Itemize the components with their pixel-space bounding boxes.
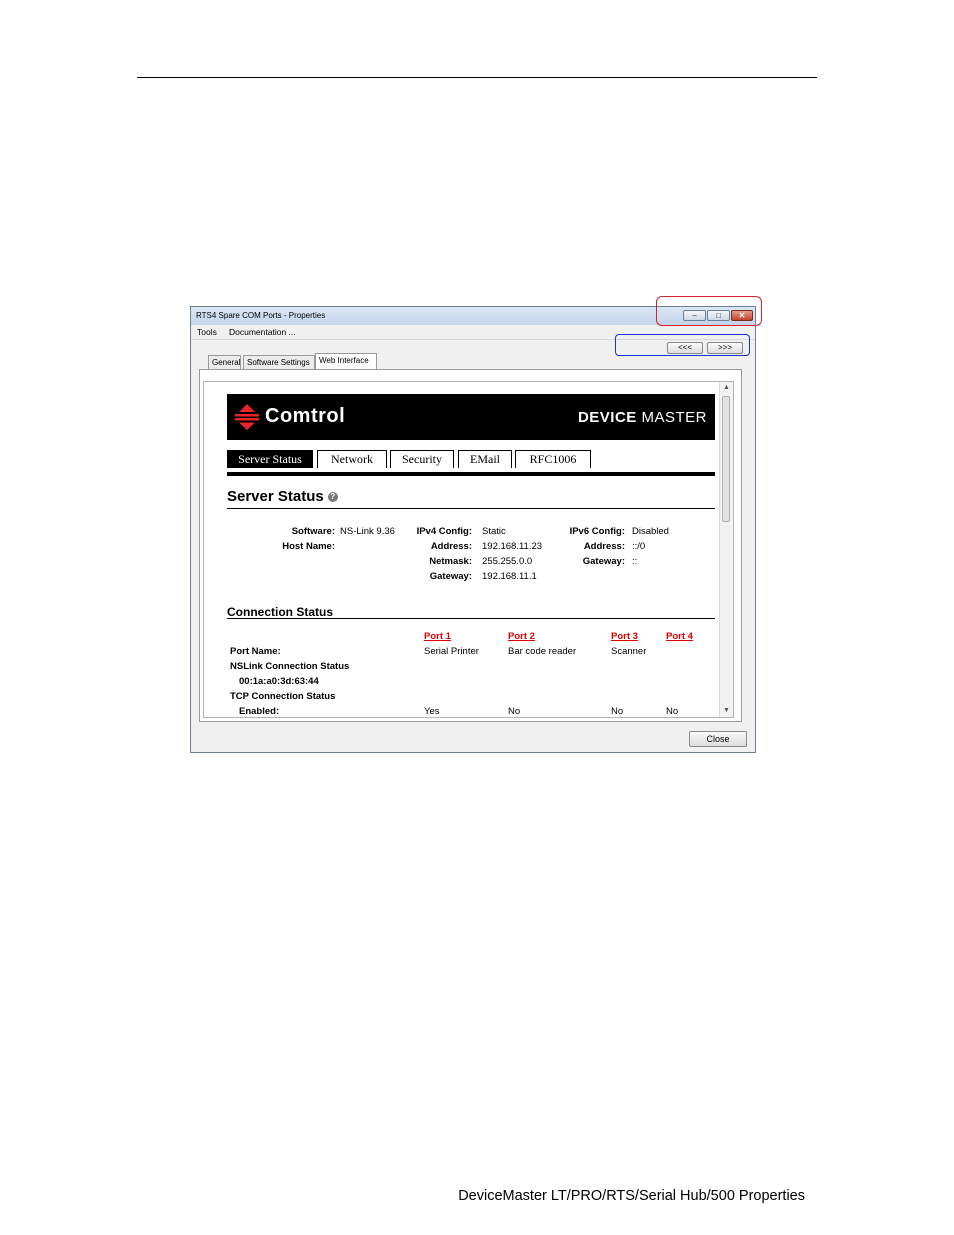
properties-dialog: RTS4 Spare COM Ports - Properties – □ ✕ … — [190, 306, 756, 753]
port-1-link[interactable]: Port 1 — [424, 631, 451, 642]
menu-documentation[interactable]: Documentation ... — [229, 327, 296, 337]
tab-general[interactable]: General — [208, 355, 241, 369]
comtrol-logo-icon — [235, 404, 259, 430]
ipv4-config-value: Static — [482, 526, 506, 537]
ipv6-gateway-value: :: — [632, 556, 638, 567]
ipv6-config-label: IPv6 Config: — [569, 526, 625, 537]
nav-security[interactable]: Security — [390, 450, 454, 468]
header-rule — [137, 77, 817, 78]
port-3-link[interactable]: Port 3 — [611, 631, 638, 642]
page-footer: DeviceMaster LT/PRO/RTS/Serial Hub/500 P… — [458, 1188, 805, 1204]
web-interface-view: ▲ ▼ Comtrol DEVICE MASTER Server Status … — [203, 381, 734, 718]
nav-email[interactable]: EMail — [458, 450, 512, 468]
gateway-value: 192.168.11.1 — [482, 571, 537, 582]
ipv4-config-label: IPv4 Config: — [416, 526, 472, 537]
netmask-value: 255.255.0.0 — [482, 556, 533, 567]
nav-network[interactable]: Network — [317, 450, 387, 468]
server-status-heading: Server Status? — [227, 488, 338, 505]
navigation-buttons-highlight — [615, 334, 750, 356]
scroll-thumb[interactable] — [722, 396, 730, 522]
software-label: Software: — [291, 526, 335, 537]
tab-software-settings[interactable]: Software Settings — [243, 355, 315, 369]
ipv4-address-value: 192.168.11.23 — [482, 541, 543, 552]
web-nav: Server Status Network Security EMail RFC… — [227, 450, 715, 476]
port-3-enabled: No — [611, 706, 624, 717]
port-2-link[interactable]: Port 2 — [508, 631, 535, 642]
host-name-label: Host Name: — [282, 541, 335, 552]
window-title: RTS4 Spare COM Ports - Properties — [196, 311, 326, 320]
port-3-name: Scanner — [611, 646, 647, 657]
window-controls-highlight — [656, 296, 762, 326]
product-name-rest: MASTER — [641, 409, 707, 426]
port-2-enabled: No — [508, 706, 521, 717]
port-4-enabled: No — [666, 706, 679, 717]
ipv6-gateway-label: Gateway: — [582, 556, 625, 567]
comtrol-banner: Comtrol DEVICE MASTER — [227, 394, 715, 440]
server-status-rule — [227, 508, 715, 509]
port-name-label: Port Name: — [230, 646, 281, 657]
nav-rfc1006[interactable]: RFC1006 — [515, 450, 591, 468]
netmask-label: Netmask: — [429, 556, 472, 567]
server-status-title: Server Status — [227, 488, 324, 505]
nav-server-status[interactable]: Server Status — [227, 450, 313, 468]
ipv6-config-value: Disabled — [632, 526, 669, 537]
help-icon[interactable]: ? — [327, 492, 338, 503]
mac-address: 00:1a:a0:3d:63:44 — [239, 676, 319, 687]
connection-status-heading: Connection Status — [227, 605, 334, 619]
port-1-name: Serial Printer — [424, 646, 479, 657]
brand-name: Comtrol — [265, 405, 346, 427]
menu-tools[interactable]: Tools — [197, 327, 217, 337]
scroll-up-arrow-icon[interactable]: ▲ — [720, 382, 733, 394]
ipv6-address-value: ::/0 — [632, 541, 646, 552]
ipv4-address-label: Address: — [430, 541, 472, 552]
nslink-status-label: NSLink Connection Status — [230, 661, 350, 672]
port-1-enabled: Yes — [424, 706, 440, 717]
product-name-bold: DEVICE — [577, 409, 637, 426]
scroll-down-arrow-icon[interactable]: ▼ — [720, 705, 733, 717]
port-4-link[interactable]: Port 4 — [666, 631, 693, 642]
gateway-label: Gateway: — [429, 571, 472, 582]
close-button[interactable]: Close — [689, 731, 747, 747]
port-2-name: Bar code reader — [508, 646, 577, 657]
enabled-label: Enabled: — [239, 706, 280, 717]
vertical-scrollbar[interactable]: ▲ ▼ — [719, 382, 733, 717]
connection-status-rule — [227, 618, 715, 619]
ipv6-address-label: Address: — [583, 541, 625, 552]
tab-web-interface[interactable]: Web Interface — [315, 353, 377, 369]
tcp-status-label: TCP Connection Status — [230, 691, 336, 702]
product-name: DEVICE MASTER — [578, 409, 707, 426]
software-value: NS-Link 9.36 — [340, 526, 395, 537]
